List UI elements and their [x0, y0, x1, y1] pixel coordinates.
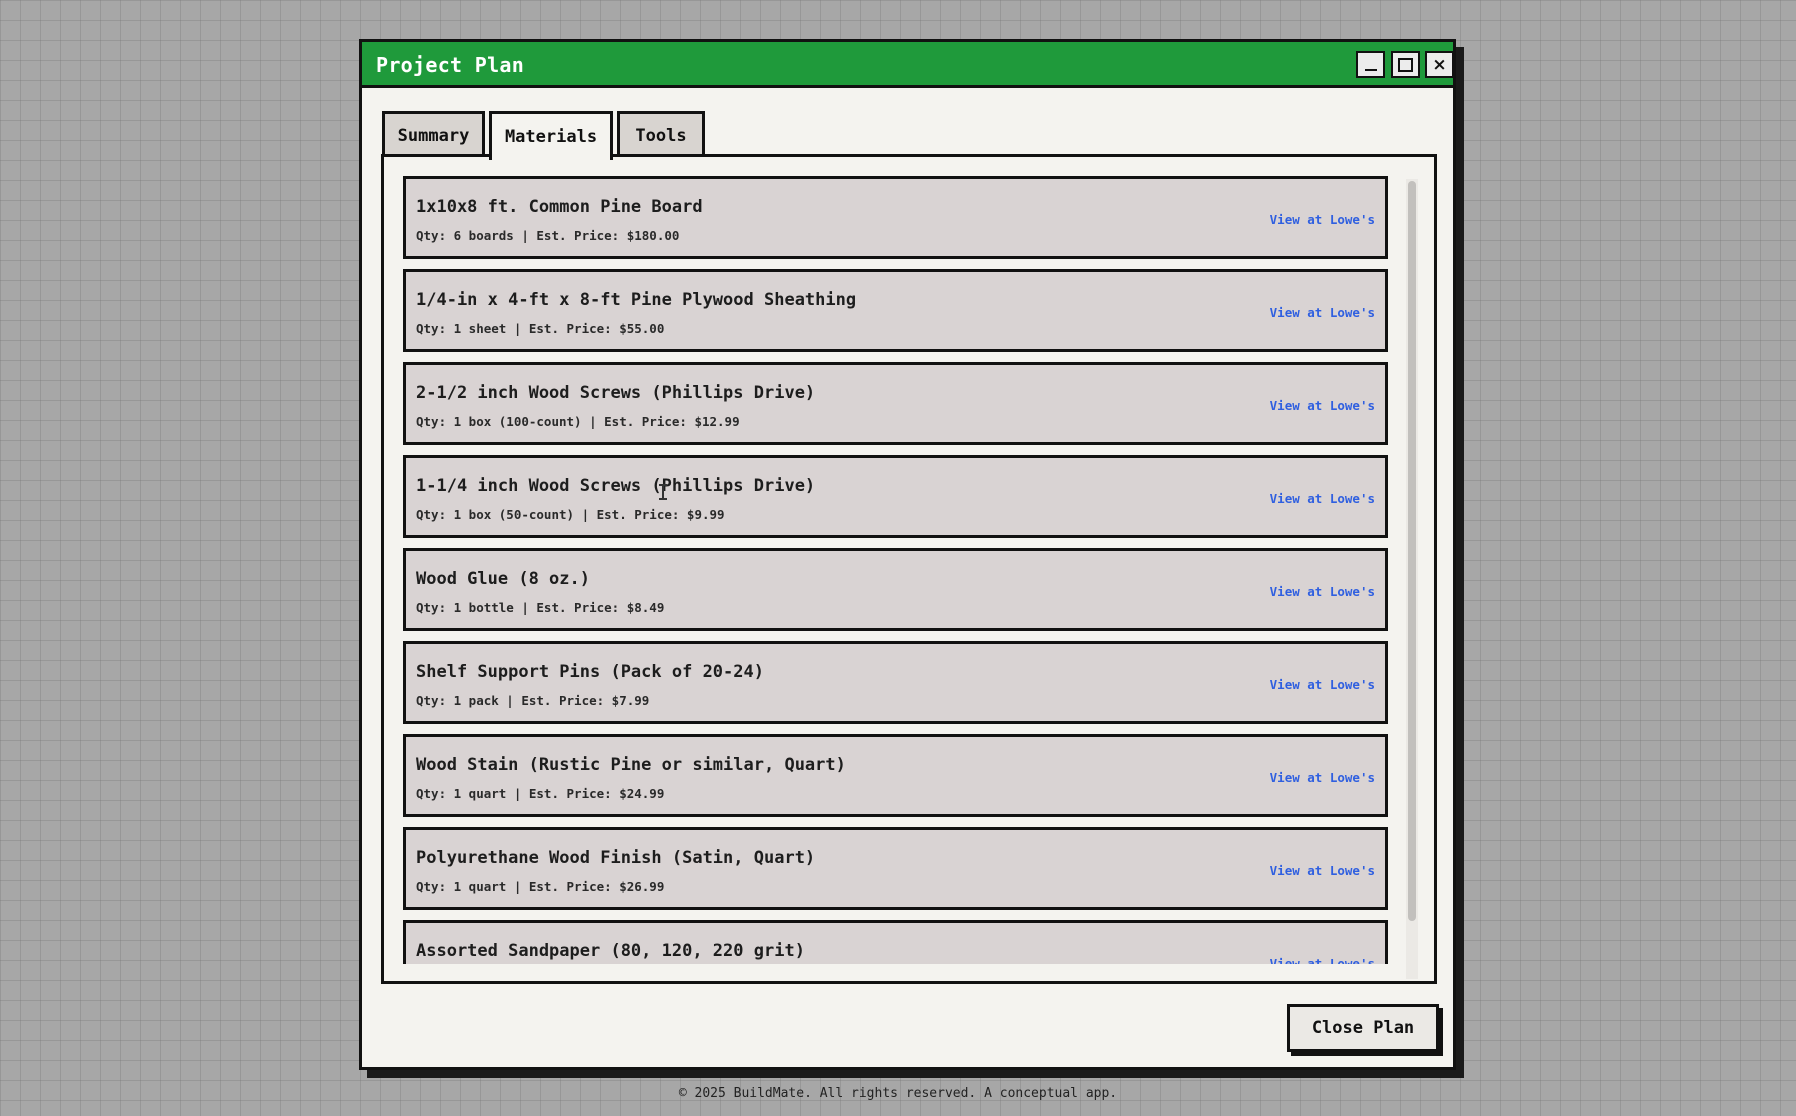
maximize-icon: [1398, 57, 1413, 72]
item-detail: Qty: 1 sheet | Est. Price: $55.00: [416, 321, 665, 336]
list-item: 1-1/4 inch Wood Screws (Phillips Drive) …: [403, 455, 1388, 538]
title-bar[interactable]: Project Plan ×: [362, 42, 1454, 88]
list-item: Wood Stain (Rustic Pine or similar, Quar…: [403, 734, 1388, 817]
item-detail: Qty: 1 box (50-count) | Est. Price: $9.9…: [416, 507, 725, 522]
item-name: Assorted Sandpaper (80, 120, 220 grit): [416, 941, 805, 961]
materials-list[interactable]: 1x10x8 ft. Common Pine Board Qty: 6 boar…: [403, 176, 1390, 964]
item-name: Polyurethane Wood Finish (Satin, Quart): [416, 848, 816, 868]
view-at-lowes-link[interactable]: View at Lowe's: [1270, 956, 1375, 964]
item-name: 2-1/2 inch Wood Screws (Phillips Drive): [416, 383, 816, 403]
list-item: Wood Glue (8 oz.) Qty: 1 bottle | Est. P…: [403, 548, 1388, 631]
view-at-lowes-link[interactable]: View at Lowe's: [1270, 398, 1375, 413]
item-detail: Qty: 1 pack | Est. Price: $7.99: [416, 693, 650, 708]
item-name: 1x10x8 ft. Common Pine Board: [416, 197, 703, 217]
item-name: 1-1/4 inch Wood Screws (Phillips Drive): [416, 476, 816, 496]
text-cursor-icon: [659, 484, 667, 500]
view-at-lowes-link[interactable]: View at Lowe's: [1270, 305, 1375, 320]
close-window-button[interactable]: ×: [1425, 51, 1454, 78]
close-plan-button[interactable]: Close Plan: [1287, 1004, 1439, 1052]
list-item: 1/4-in x 4-ft x 8-ft Pine Plywood Sheath…: [403, 269, 1388, 352]
scrollbar-thumb[interactable]: [1408, 181, 1416, 921]
view-at-lowes-link[interactable]: View at Lowe's: [1270, 212, 1375, 227]
list-item: Polyurethane Wood Finish (Satin, Quart) …: [403, 827, 1388, 910]
view-at-lowes-link[interactable]: View at Lowe's: [1270, 863, 1375, 878]
list-item: 1x10x8 ft. Common Pine Board Qty: 6 boar…: [403, 176, 1388, 259]
maximize-button[interactable]: [1391, 51, 1420, 78]
item-detail: Qty: 1 quart | Est. Price: $26.99: [416, 879, 665, 894]
tab-summary[interactable]: Summary: [382, 111, 485, 157]
view-at-lowes-link[interactable]: View at Lowe's: [1270, 770, 1375, 785]
item-name: 1/4-in x 4-ft x 8-ft Pine Plywood Sheath…: [416, 290, 857, 310]
item-detail: Qty: 6 boards | Est. Price: $180.00: [416, 228, 680, 243]
list-item: Shelf Support Pins (Pack of 20-24) Qty: …: [403, 641, 1388, 724]
minimize-icon: [1364, 68, 1377, 71]
close-icon: ×: [1432, 54, 1447, 75]
item-detail: Qty: 1 quart | Est. Price: $24.99: [416, 786, 665, 801]
item-name: Wood Stain (Rustic Pine or similar, Quar…: [416, 755, 846, 775]
project-plan-window: Project Plan × Summary Materials Tools 1…: [359, 39, 1456, 1070]
list-item: 2-1/2 inch Wood Screws (Phillips Drive) …: [403, 362, 1388, 445]
item-detail: Qty: 1 box (100-count) | Est. Price: $12…: [416, 414, 740, 429]
footer-text: © 2025 BuildMate. All rights reserved. A…: [678, 1086, 1118, 1101]
tab-materials[interactable]: Materials: [489, 111, 613, 160]
view-at-lowes-link[interactable]: View at Lowe's: [1270, 491, 1375, 506]
minimize-button[interactable]: [1356, 51, 1385, 78]
tab-tools[interactable]: Tools: [617, 111, 705, 157]
materials-panel: 1x10x8 ft. Common Pine Board Qty: 6 boar…: [381, 154, 1437, 984]
item-detail: Qty: 1 bottle | Est. Price: $8.49: [416, 600, 665, 615]
view-at-lowes-link[interactable]: View at Lowe's: [1270, 677, 1375, 692]
list-item: Assorted Sandpaper (80, 120, 220 grit) V…: [403, 920, 1388, 964]
item-name: Shelf Support Pins (Pack of 20-24): [416, 662, 764, 682]
item-name: Wood Glue (8 oz.): [416, 569, 590, 589]
window-title: Project Plan: [376, 53, 525, 77]
view-at-lowes-link[interactable]: View at Lowe's: [1270, 584, 1375, 599]
materials-scrollbar[interactable]: [1406, 179, 1418, 979]
